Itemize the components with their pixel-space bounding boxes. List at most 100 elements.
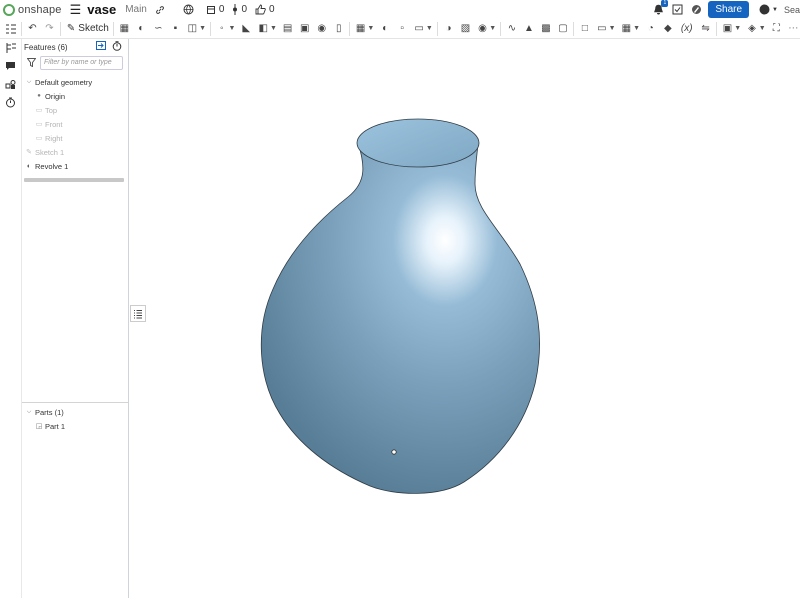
filter-row: Filter by name or type	[22, 55, 128, 71]
mirror-icon[interactable]: ◑	[442, 22, 455, 36]
tree-item-top-plane[interactable]: ▭ Top	[22, 103, 128, 117]
chevron-down-icon[interactable]: ▼	[228, 22, 235, 36]
tree-item-right-plane[interactable]: ▭ Right	[22, 131, 128, 145]
comments-icon[interactable]	[0, 57, 21, 75]
cylinder-icon[interactable]: ▯	[332, 22, 345, 36]
split-icon[interactable]: ▫	[396, 22, 409, 36]
notification-badge: 1	[661, 0, 669, 7]
feature-panel: Features (6) Filter by name or type ⌵ De…	[21, 39, 129, 598]
sheet-metal-icon[interactable]: □	[578, 22, 591, 36]
offset-surface-icon[interactable]: ▲	[522, 22, 535, 36]
draft-icon[interactable]: ◧	[257, 22, 270, 36]
redo-icon[interactable]: ↷	[43, 22, 56, 36]
chevron-down-icon[interactable]: ▼	[367, 22, 374, 36]
extrude-icon[interactable]: ▦	[118, 22, 131, 36]
document-title[interactable]: vase	[87, 2, 116, 17]
measure-icon[interactable]: ◔	[644, 22, 657, 36]
more-tools-icon[interactable]: ⋯	[787, 22, 800, 36]
panel-toggle-icon[interactable]	[130, 305, 146, 322]
chevron-down-icon[interactable]: ▼	[758, 22, 766, 36]
globe-icon[interactable]	[183, 4, 194, 15]
chamfer-icon[interactable]: ◣	[240, 22, 253, 36]
sketch-button[interactable]: ✎ Sketch	[67, 23, 109, 34]
mass-properties-icon[interactable]: ◆	[661, 22, 674, 36]
top-plane-label: Top	[45, 105, 58, 115]
sweep-icon[interactable]: ∽	[152, 22, 165, 36]
toolbar-divider	[21, 21, 22, 36]
branch-icon[interactable]	[232, 4, 238, 15]
chevron-down-icon[interactable]: ▼	[489, 22, 496, 36]
rib-icon[interactable]: ▤	[281, 22, 294, 36]
mate-connector-icon[interactable]: ◉	[476, 22, 489, 36]
sketch-item-label: Sketch 1	[35, 147, 65, 157]
fillet-icon[interactable]: ◦	[215, 22, 228, 36]
tasks-icon[interactable]	[672, 4, 683, 15]
tree-item-revolve[interactable]: ◐ Revolve 1	[22, 159, 128, 173]
tree-item-default-geometry[interactable]: ⌵ Default geometry	[22, 75, 128, 89]
parts-header[interactable]: ⌵ Parts (1)	[22, 405, 129, 419]
pattern-icon[interactable]: ▦	[354, 22, 367, 36]
chevron-down-icon[interactable]: ▼	[270, 22, 277, 36]
chevron-down-icon[interactable]: ▼	[199, 22, 206, 36]
origin-label: Origin	[45, 91, 66, 101]
helix-icon[interactable]: ∿	[505, 22, 518, 36]
variable-icon[interactable]: (x)	[678, 22, 695, 36]
vase-part[interactable]	[130, 39, 800, 598]
feature-list-icon[interactable]	[4, 22, 17, 36]
cursor-marker	[391, 449, 397, 455]
notifications-icon[interactable]: 1	[653, 0, 669, 15]
features-header-icons	[96, 41, 122, 53]
shell-icon[interactable]: ▣	[298, 22, 311, 36]
section-view-icon[interactable]: ▣	[721, 22, 734, 36]
plane-icon[interactable]: ▧	[459, 22, 472, 36]
tree-item-origin[interactable]: ● Origin	[22, 89, 128, 103]
parts-list-icon[interactable]	[0, 75, 21, 93]
learning-center-icon[interactable]	[691, 4, 702, 15]
toolbar-divider	[349, 21, 351, 36]
tree-item-front-plane[interactable]: ▭ Front	[22, 117, 128, 131]
default-geometry-label: Default geometry	[35, 77, 93, 87]
transform-icon[interactable]: ▭	[413, 22, 426, 36]
versions-icon[interactable]	[206, 5, 216, 15]
filter-icon	[24, 57, 38, 69]
tree-item-sketch[interactable]: ✎ Sketch 1	[22, 145, 128, 159]
left-rail	[0, 39, 21, 598]
like-icon[interactable]	[255, 4, 266, 15]
chevron-down-icon[interactable]: ▼	[734, 22, 741, 36]
revolve-icon[interactable]: ◐	[135, 22, 148, 36]
share-button[interactable]: Share	[708, 1, 750, 18]
thicken-icon[interactable]: ◫	[186, 22, 199, 36]
chevron-down-icon[interactable]: ▼	[426, 22, 433, 36]
feature-timer-icon[interactable]	[112, 41, 122, 53]
fill-icon[interactable]: ▩	[539, 22, 552, 36]
feature-list-scrollbar[interactable]	[24, 178, 124, 182]
branch-label[interactable]: Main	[125, 4, 147, 15]
rollback-icon[interactable]	[96, 41, 106, 53]
menu-icon[interactable]: ☰	[70, 2, 82, 18]
frame-icon[interactable]: ▦	[620, 22, 633, 36]
fit-view-icon[interactable]: ⛶	[770, 22, 783, 36]
move-face-icon[interactable]: ▢	[556, 22, 569, 36]
chevron-down-icon[interactable]: ⌵	[24, 79, 34, 86]
boolean-icon[interactable]: ◐	[379, 22, 392, 36]
view-cube-icon[interactable]: ◈	[745, 22, 758, 36]
hole-icon[interactable]: ◉	[315, 22, 328, 36]
onshape-logo[interactable]: onshape	[3, 3, 62, 16]
tree-item-part[interactable]: ◲ Part 1	[22, 419, 129, 433]
loft-icon[interactable]: ▪	[169, 22, 182, 36]
timer-icon[interactable]	[0, 93, 21, 111]
help-chevron-icon[interactable]: ▼	[772, 7, 778, 13]
link-icon[interactable]	[155, 5, 165, 15]
part-label: Part 1	[45, 421, 66, 431]
chevron-down-icon[interactable]: ▼	[633, 22, 640, 36]
plane-icon: ▭	[35, 135, 43, 142]
help-icon[interactable]	[759, 4, 770, 15]
custom-feature-icon[interactable]: ⇋	[699, 22, 712, 36]
feature-tree-icon[interactable]	[0, 39, 21, 57]
undo-icon[interactable]: ↶	[26, 22, 39, 36]
search-stub[interactable]: Sea	[784, 5, 800, 15]
flange-icon[interactable]: ▭	[595, 22, 608, 36]
chevron-down-icon[interactable]: ▼	[608, 22, 616, 36]
filter-input[interactable]: Filter by name or type	[40, 56, 123, 70]
chevron-down-icon[interactable]: ⌵	[24, 409, 34, 416]
